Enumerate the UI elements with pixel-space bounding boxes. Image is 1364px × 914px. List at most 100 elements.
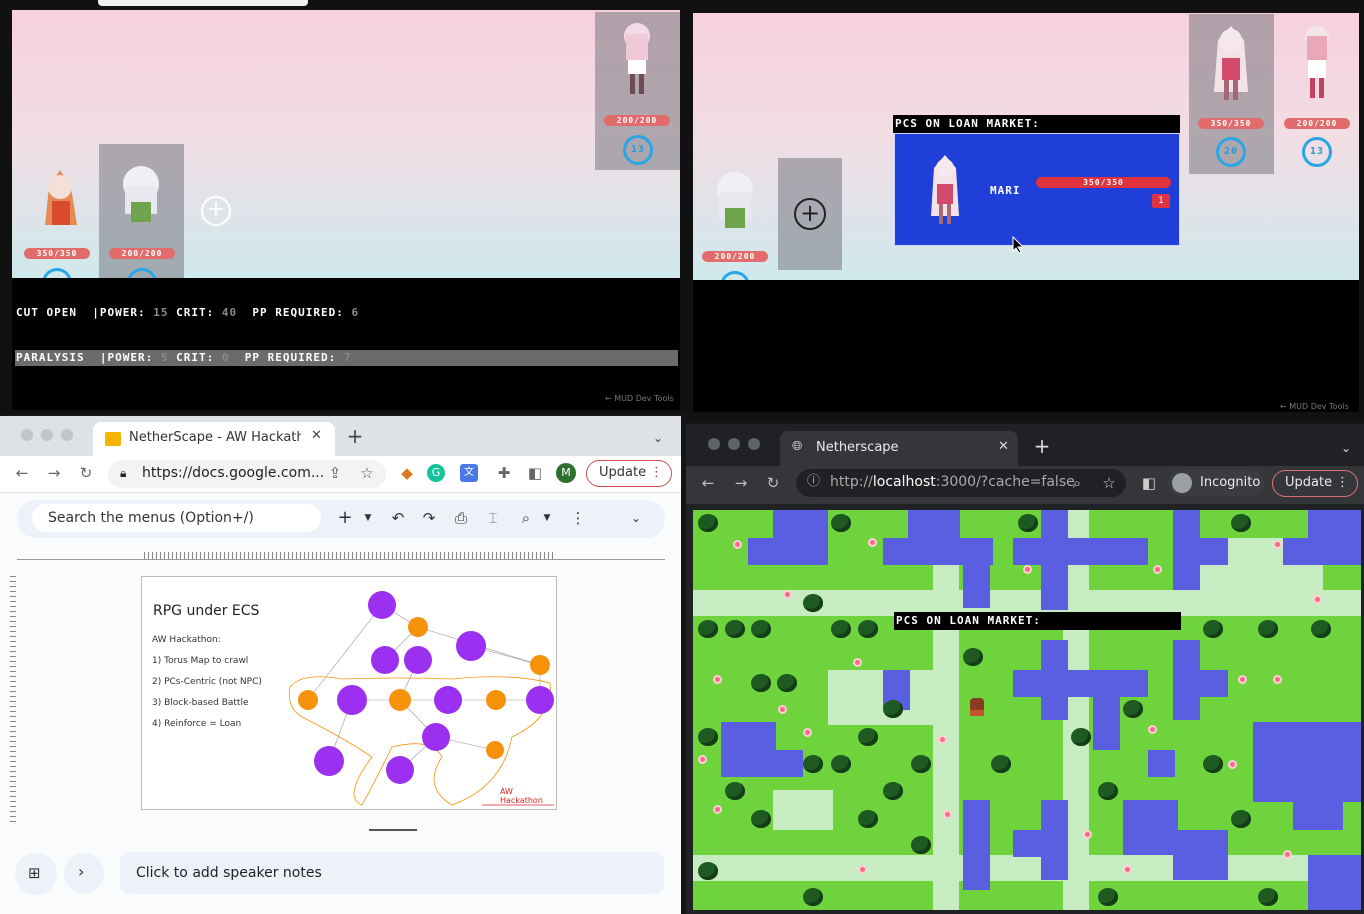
map-flower-icon [1123, 865, 1132, 874]
map-flower-icon [1238, 675, 1247, 684]
add-party-member-button[interactable]: + [201, 196, 231, 226]
zoom-icon[interactable]: ⌕ [1066, 471, 1088, 495]
map-tree-icon [831, 514, 851, 532]
update-browser-button[interactable]: Update ⋮ [1272, 470, 1358, 497]
new-tab-icon[interactable]: + [343, 424, 367, 448]
enemy-character-sprite [624, 23, 650, 94]
new-tab-icon[interactable]: + [1030, 434, 1054, 458]
loan-pc-badge: 1 [1152, 194, 1170, 208]
notes-resize-handle[interactable] [369, 829, 417, 831]
map-flower-icon [1273, 540, 1282, 549]
translate-extension-icon[interactable]: 文 [460, 464, 478, 482]
incognito-indicator[interactable]: Incognito [1168, 470, 1264, 496]
map-tree-icon [1231, 514, 1251, 532]
update-browser-button[interactable]: Update ⋮ [586, 460, 672, 487]
side-panel-icon[interactable]: ◧ [523, 461, 547, 485]
bookmark-star-icon[interactable]: ☆ [1098, 471, 1120, 495]
zoom-dropdown-icon[interactable]: ▼ [540, 506, 554, 530]
collapse-menus-chevron-icon[interactable]: ⌄ [625, 506, 647, 530]
map-tree-icon [858, 728, 878, 746]
search-menus-input[interactable]: Search the menus (Option+/) [32, 504, 321, 532]
reload-icon[interactable]: ↻ [761, 471, 785, 495]
close-window-button[interactable] [708, 438, 720, 450]
more-options-icon[interactable]: ⋮ [567, 506, 589, 530]
close-tab-icon[interactable]: ✕ [998, 439, 1009, 454]
close-tab-icon[interactable]: ✕ [311, 428, 322, 443]
slide-canvas[interactable]: RPG under ECS AW Hackathon: 1) Torus Map… [141, 576, 557, 810]
game-window-right: 350/350 20 200/200 13 200/200 + PCS ON L… [686, 0, 1364, 420]
skill-row-cut-open[interactable]: CUT OPEN |POWER: 15 CRIT: 40 PP REQUIRED… [16, 306, 359, 319]
expand-filmstrip-button[interactable]: › [64, 853, 104, 893]
party-fox-girl-sprite [45, 170, 77, 225]
loan-pc-hp-bar: 350/350 [1036, 177, 1171, 188]
mud-devtools-link[interactable]: ← MUD Dev Tools [605, 394, 674, 403]
map-flower-icon [733, 540, 742, 549]
map-tree-icon [1231, 810, 1251, 828]
side-panel-icon[interactable]: ◧ [1138, 471, 1160, 495]
party-hp-bar-1: 350/350 [24, 248, 90, 259]
map-tree-icon [725, 620, 745, 638]
share-icon[interactable]: ⇪ [323, 461, 347, 485]
back-icon[interactable]: ← [10, 461, 34, 485]
map-path-tile [773, 790, 833, 830]
back-icon[interactable]: ← [696, 471, 720, 495]
tab-netherscape-docs[interactable]: NetherScape - AW Hackathon ✕ [93, 422, 335, 456]
party-hp-bar-1: 200/200 [702, 251, 768, 262]
map-water-tile [1013, 670, 1148, 697]
slides-icon [105, 432, 121, 446]
map-tree-icon [698, 620, 718, 638]
map-flower-icon [1148, 725, 1157, 734]
map-tree-icon [698, 514, 718, 532]
docs-browser-window: NetherScape - AW Hackathon ✕ + ⌄ ← → ↻ 🔒… [0, 416, 681, 914]
extensions-puzzle-icon[interactable]: ✚ [492, 461, 516, 485]
bookmark-star-icon[interactable]: ☆ [355, 461, 379, 485]
new-slide-plus-icon[interactable]: + [335, 506, 355, 530]
loan-market-title: PCS ON LOAN MARKET: [893, 115, 1180, 133]
metamask-extension-icon[interactable]: ◆ [395, 461, 419, 485]
address-bar-url: https://docs.google.com... [142, 465, 325, 481]
map-tree-icon [1258, 888, 1278, 906]
redo-icon[interactable]: ↷ [418, 506, 440, 530]
close-window-button[interactable] [21, 429, 33, 441]
print-icon[interactable]: ⎙ [450, 506, 472, 530]
map-water-tile [1013, 830, 1068, 857]
map-tree-icon [803, 755, 823, 773]
forward-icon[interactable]: → [42, 461, 66, 485]
map-water-tile [1173, 538, 1228, 565]
minimize-window-button[interactable] [728, 438, 740, 450]
map-flower-icon [1023, 565, 1032, 574]
new-slide-dropdown-icon[interactable]: ▼ [361, 506, 375, 530]
zoom-icon[interactable]: ⌕ [515, 506, 537, 530]
grammarly-extension-icon[interactable]: G [427, 464, 445, 482]
minimize-window-button[interactable] [41, 429, 53, 441]
tab-search-chevron-icon[interactable]: ⌄ [646, 426, 670, 450]
add-party-member-button[interactable]: + [794, 198, 826, 230]
reload-icon[interactable]: ↻ [74, 461, 98, 485]
more-vert-icon: ⋮ [1336, 475, 1349, 490]
world-map[interactable] [693, 510, 1361, 910]
loan-market-entry[interactable]: MARI 350/350 1 [894, 133, 1180, 246]
game-window-left: 200/200 13 350/350 200/200 13 + CUT OPEN… [0, 0, 686, 414]
profile-avatar[interactable]: M [556, 463, 576, 483]
map-tree-icon [1098, 782, 1118, 800]
site-info-icon: ⓘ [807, 474, 821, 489]
map-water-tile [1173, 830, 1228, 880]
map-tree-icon [883, 700, 903, 718]
forward-icon[interactable]: → [729, 471, 753, 495]
paint-format-icon[interactable]: ⌶ [482, 506, 504, 530]
zoom-window-button[interactable] [748, 438, 760, 450]
map-flower-icon [1283, 850, 1292, 859]
map-tree-icon [1123, 700, 1143, 718]
mud-devtools-link[interactable]: ← MUD Dev Tools [1280, 402, 1349, 411]
ecs-node-diagram [288, 591, 554, 806]
map-water-tile [963, 800, 990, 890]
tab-netherscape[interactable]: 🌐︎ Netherscape ✕ [780, 431, 1018, 466]
skill-row-paralysis[interactable]: PARALYSIS |POWER: 5 CRIT: 0 PP REQUIRED:… [15, 350, 678, 366]
tab-search-chevron-icon[interactable]: ⌄ [1334, 436, 1358, 460]
map-tree-icon [698, 862, 718, 880]
undo-icon[interactable]: ↶ [387, 506, 409, 530]
map-flower-icon [698, 755, 707, 764]
zoom-window-button[interactable] [61, 429, 73, 441]
speaker-notes-field[interactable]: Click to add speaker notes [120, 852, 664, 894]
grid-view-button[interactable]: ⊞ [15, 853, 57, 895]
